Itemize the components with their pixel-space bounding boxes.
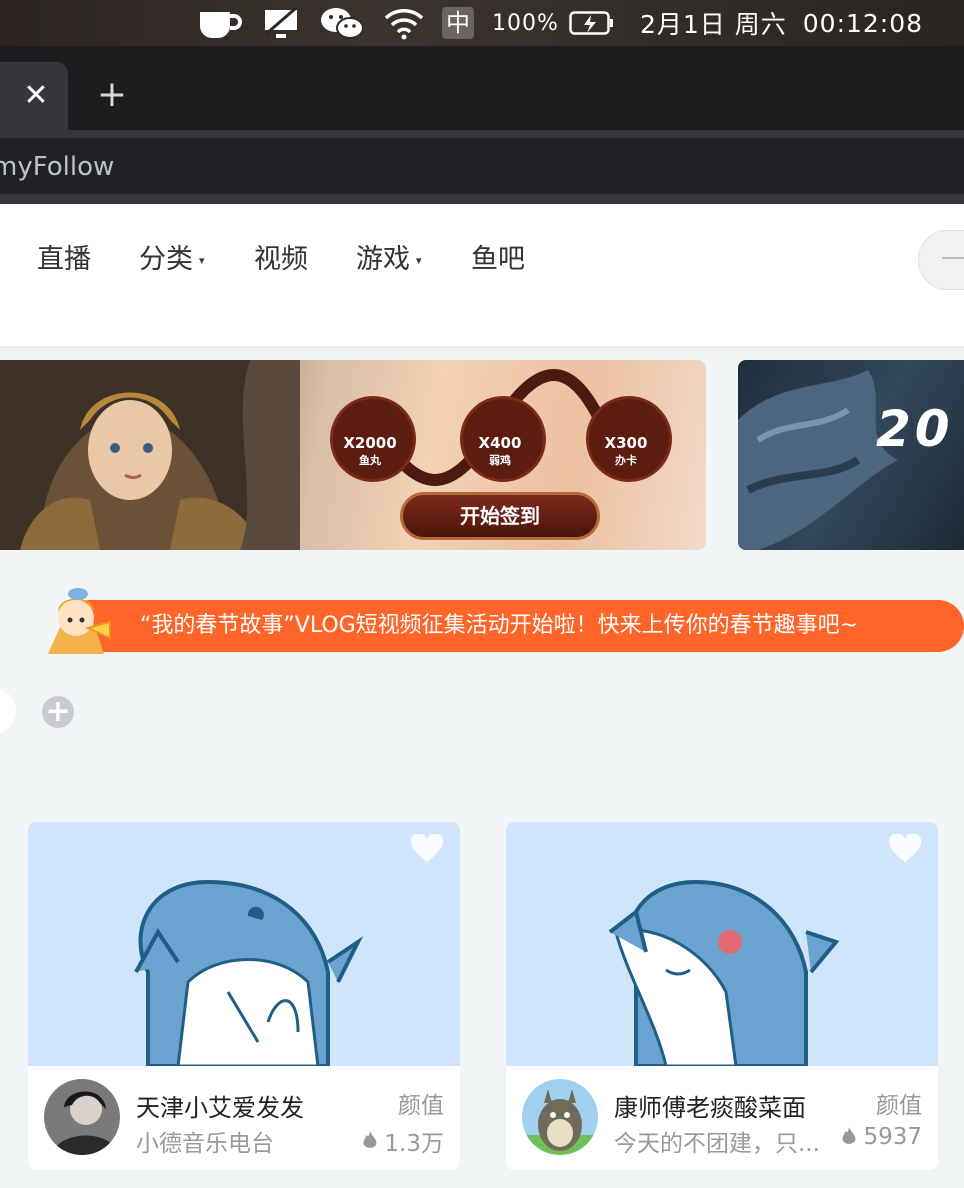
address-bar[interactable] [0, 138, 964, 194]
streamer-avatar[interactable] [44, 1079, 120, 1155]
wifi-icon[interactable] [384, 0, 424, 46]
coffee-icon[interactable] [196, 0, 242, 46]
dropdown-caret-icon: ▾ [199, 253, 205, 267]
nav-item-fishbar[interactable]: 鱼吧 [471, 240, 525, 280]
new-tab-button[interactable]: + [96, 77, 128, 114]
filter-tag[interactable] [0, 688, 16, 734]
reward-label: X400 弱鸡 [478, 434, 522, 467]
stream-category[interactable]: 颜值 [876, 1086, 922, 1120]
wechat-icon[interactable] [320, 0, 364, 46]
reward-label: X300 办卡 [604, 434, 648, 467]
clock[interactable]: 2月1日 周六 00:12:08 [640, 0, 923, 46]
streamer-avatar[interactable] [522, 1079, 598, 1155]
nav-item-live[interactable]: 直播 [37, 240, 91, 280]
add-filter-icon[interactable]: + [42, 696, 74, 728]
tab-strip [0, 46, 964, 130]
start-signin-button[interactable]: 开始签到 [400, 492, 600, 540]
date-label: 2月1日 周六 [640, 10, 787, 39]
nav-item-label: 鱼吧 [471, 244, 525, 275]
nav-item-game[interactable]: 游戏 ▾ [356, 240, 422, 280]
popularity-count: 1.3万 [384, 1131, 444, 1157]
flame-icon [363, 1131, 377, 1148]
time-label: 00:12:08 [802, 8, 924, 38]
stream-card[interactable]: 天津小艾爱发发 颜值 小德音乐电台 1.3万 [28, 822, 460, 1170]
flame-icon [842, 1127, 856, 1144]
nav-item-video[interactable]: 视频 [254, 240, 308, 280]
popularity: 5937 [841, 1124, 922, 1150]
stream-thumbnail[interactable] [506, 822, 938, 1068]
battery-icon [569, 11, 613, 35]
popularity: 1.3万 [362, 1124, 444, 1158]
search-placeholder-dash [942, 257, 964, 259]
system-menu-bar: 中 100% 2月1日 周六 00:12:08 [0, 0, 964, 46]
stream-category[interactable]: 颜值 [398, 1086, 444, 1120]
address-bar-text[interactable]: myFollow [0, 150, 114, 184]
popularity-count: 5937 [863, 1124, 922, 1150]
stream-title[interactable]: 天津小艾爱发发 [136, 1088, 304, 1123]
banner-2-text: 20 [876, 400, 954, 458]
announcement-text[interactable]: “我的春节故事”VLOG短视频征集活动开始啦！快来上传你的春节趣事吧~ [140, 600, 858, 652]
reward-label: X2000 鱼丸 [343, 434, 397, 467]
event-banner-2[interactable]: 20 [738, 360, 964, 550]
input-method-indicator[interactable]: 中 [442, 0, 474, 46]
display-icon[interactable] [262, 0, 300, 46]
warrior-illustration [0, 360, 300, 550]
shark-illustration [134, 879, 364, 1068]
mascot-icon [48, 588, 111, 654]
nav-item-label: 视频 [254, 244, 308, 275]
battery-status[interactable]: 100% [492, 0, 615, 46]
streamer-name[interactable]: 今天的不团建，只... [614, 1124, 820, 1158]
stream-card[interactable]: 康师傅老痰酸菜面 颜值 今天的不团建，只... 5937 [506, 822, 938, 1170]
dropdown-caret-icon: ▾ [416, 253, 422, 267]
favorite-heart-icon[interactable] [410, 834, 444, 864]
shark-illustration [608, 879, 840, 1068]
favorite-heart-icon[interactable] [888, 834, 922, 864]
battery-percent: 100% [492, 10, 559, 36]
stream-title[interactable]: 康师傅老痰酸菜面 [614, 1088, 806, 1123]
stream-thumbnail[interactable] [28, 822, 460, 1068]
signin-banner[interactable]: X2000 鱼丸 X400 弱鸡 X300 办卡 开始签到 [0, 360, 706, 550]
input-method-label: 中 [442, 7, 474, 39]
nav-item-label: 直播 [37, 244, 91, 275]
close-tab-icon[interactable]: ✕ [22, 78, 50, 114]
nav-item-category[interactable]: 分类 ▾ [139, 240, 205, 280]
streamer-name[interactable]: 小德音乐电台 [136, 1124, 274, 1158]
nav-item-label: 分类 [139, 244, 193, 275]
nav-item-label: 游戏 [356, 244, 410, 275]
